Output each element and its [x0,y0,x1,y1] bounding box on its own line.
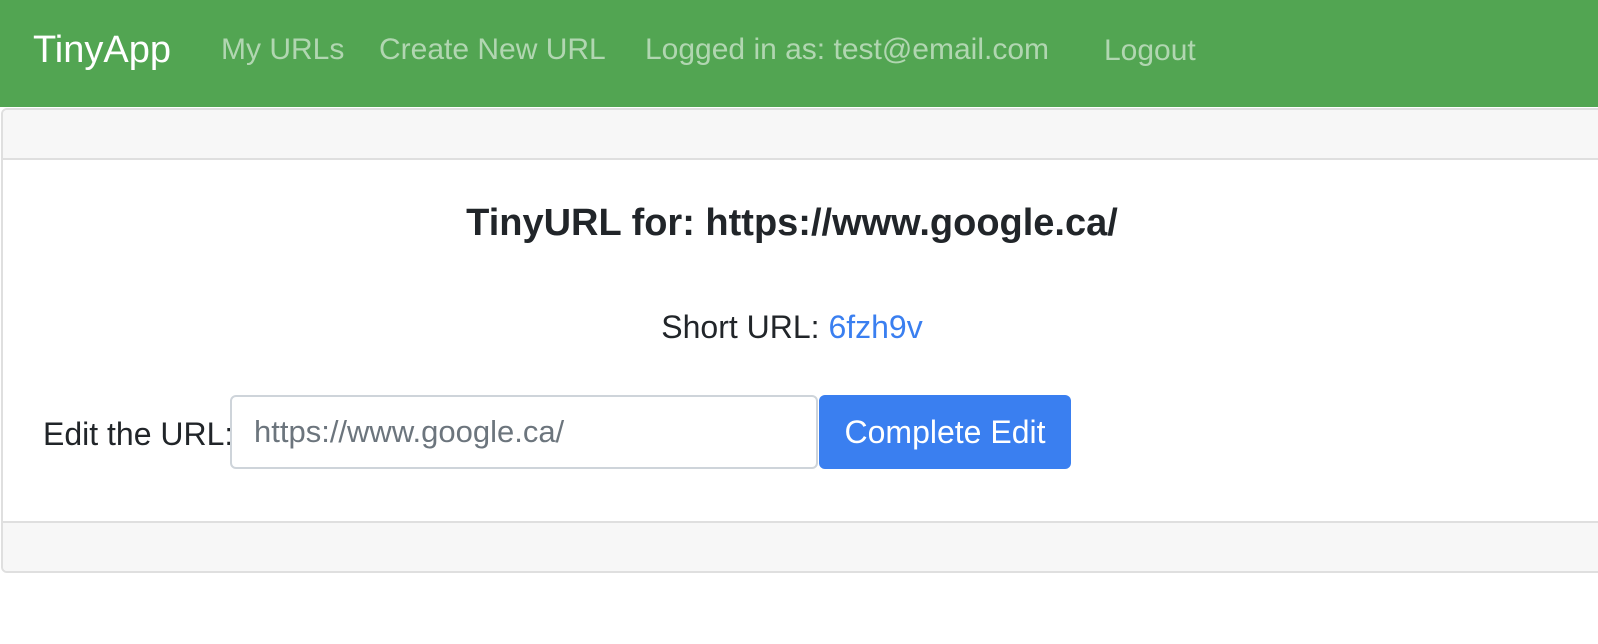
edit-url-input[interactable] [230,395,818,469]
card-header [3,110,1598,160]
logout-button[interactable]: Logout [1092,30,1208,72]
brand-link[interactable]: TinyApp [33,28,171,72]
card-title: TinyURL for: https://www.google.ca/ [466,202,1118,244]
complete-edit-button[interactable]: Complete Edit [819,395,1071,469]
nav-create-new-url-link[interactable]: Create New URL [379,30,606,70]
short-url-link[interactable]: 6fzh9v [828,309,922,345]
short-url-line: Short URL: 6fzh9v [3,308,1581,346]
nav-my-urls-link[interactable]: My URLs [221,30,344,70]
logged-in-status: Logged in as: test@email.com [645,33,1049,66]
card-footer [3,521,1598,571]
short-url-label: Short URL: [661,309,829,345]
top-navbar: TinyApp My URLs Create New URL Logged in… [0,0,1598,107]
edit-url-label: Edit the URL: [43,416,234,452]
url-card: TinyURL for: https://www.google.ca/ Shor… [1,108,1598,573]
logout-form: Logout [1092,30,1208,72]
